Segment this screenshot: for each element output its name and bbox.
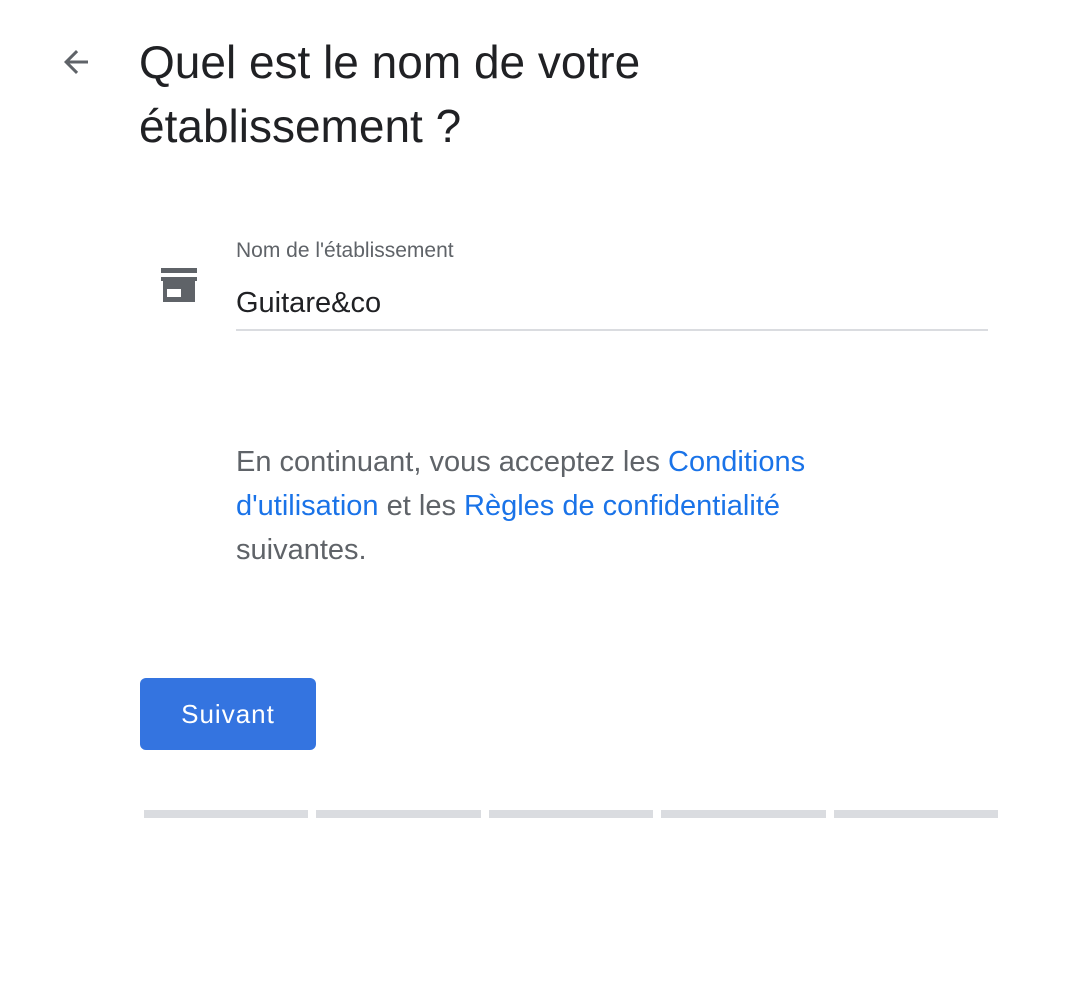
page-title-line-2: établissement ? [139, 100, 462, 152]
terms-text: En continuant, vous acceptez les Conditi… [236, 440, 936, 572]
store-icon [161, 268, 197, 302]
arrow-back-icon [64, 50, 88, 74]
progress-segment [316, 810, 481, 818]
progress-segment [144, 810, 309, 818]
business-name-input[interactable] [236, 285, 988, 331]
privacy-rules-link[interactable]: Règles de confidentialité [464, 490, 780, 522]
progress-bar [144, 810, 999, 818]
terms-text-middle: et les [378, 490, 465, 522]
business-name-label: Nom de l'établissement [236, 239, 454, 262]
progress-segment [661, 810, 826, 818]
next-button[interactable]: Suivant [140, 678, 316, 750]
terms-text-after: suivantes. [236, 534, 367, 566]
conditions-link-line-1: Conditions [668, 446, 806, 478]
conditions-link-line-2: d'utilisation [236, 490, 379, 522]
business-name-field: Nom de l'établissement [236, 236, 988, 331]
page-title: Quel est le nom de votre établissement ? [139, 30, 839, 158]
terms-text-before: En continuant, vous acceptez les [236, 446, 669, 478]
page-title-line-1: Quel est le nom de votre [139, 36, 641, 88]
back-button[interactable] [52, 38, 100, 86]
progress-segment [833, 810, 999, 818]
progress-segment [488, 810, 654, 818]
